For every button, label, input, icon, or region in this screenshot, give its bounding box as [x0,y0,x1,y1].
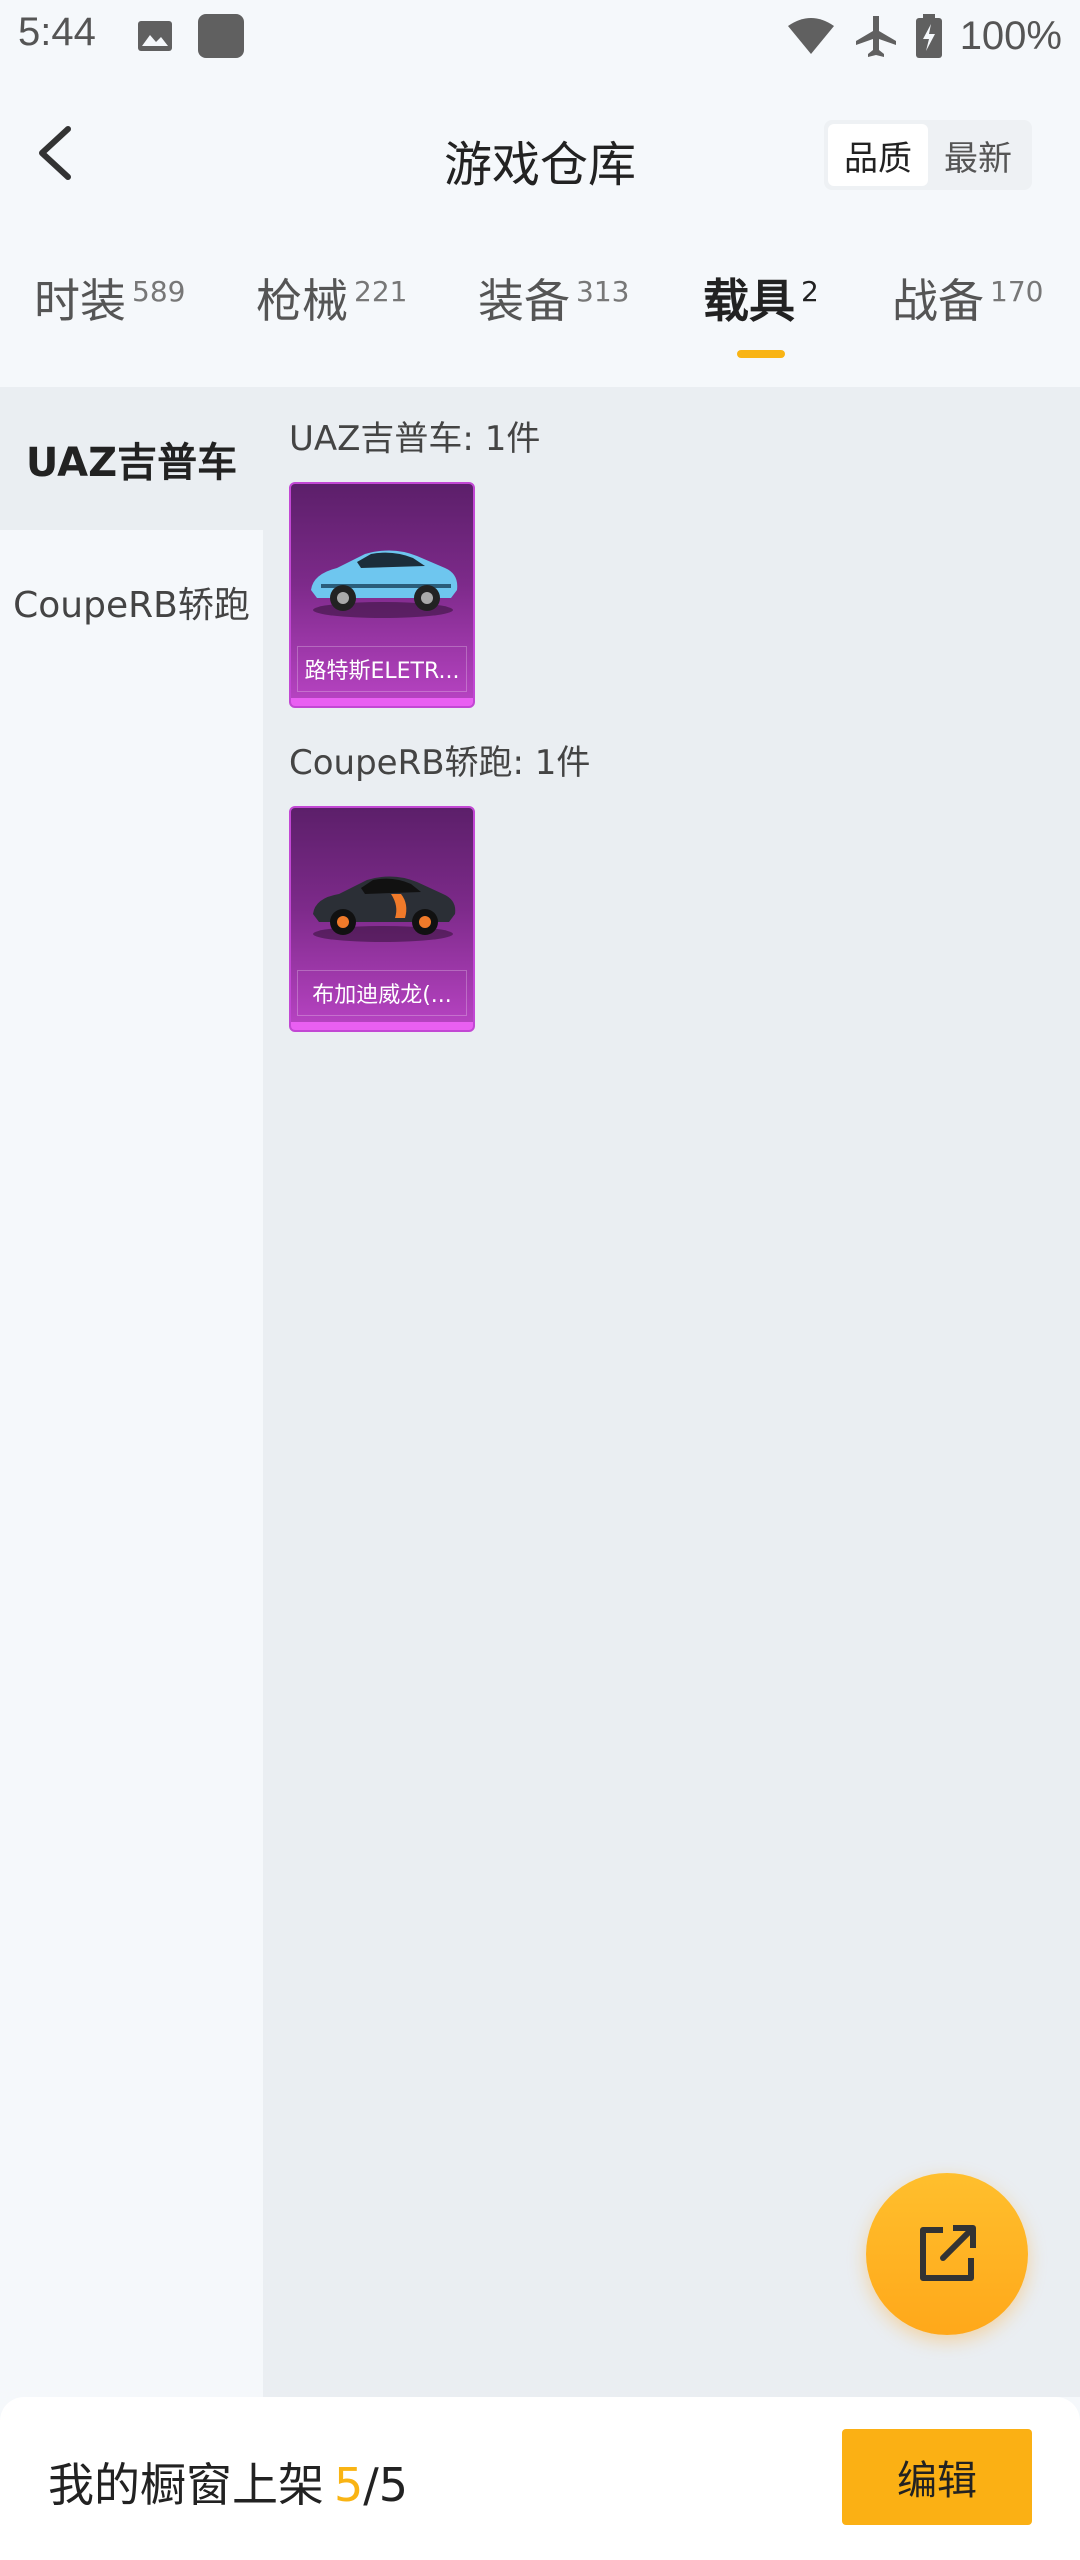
wifi-icon [787,18,834,54]
vehicle-name: 路特斯ELETR... [297,646,467,692]
tab-vehicles[interactable]: 载具 2 [703,265,819,331]
status-time: 5:44 [18,10,96,54]
sort-option-newest[interactable]: 最新 [928,124,1028,186]
showcase-separator: / [363,2458,379,2512]
showcase-count: 我的橱窗上架 5/5 [48,2449,408,2515]
app-icon [198,14,244,58]
tab-equipment[interactable]: 装备 313 [478,265,629,331]
edit-button[interactable]: 编辑 [842,2429,1032,2525]
share-floating-button[interactable] [866,2173,1028,2335]
battery-percentage: 100% [959,13,1062,58]
vehicle-category-sidebar: UAZ吉普车 CoupeRB轿跑 [0,387,263,2397]
tab-count: 170 [990,274,1044,308]
tab-label: 枪械 [256,274,348,328]
group-title: UAZ吉普车: 1件 [289,419,541,459]
tab-count: 221 [354,274,408,308]
showcase-total: 5 [378,2458,409,2512]
tab-label: 时装 [34,274,126,328]
battery-icon [915,14,942,58]
tab-count: 589 [132,274,186,308]
sort-option-quality[interactable]: 品质 [828,124,928,186]
tab-guns[interactable]: 枪械 221 [256,265,407,331]
vehicle-list: UAZ吉普车: 1件 路特斯ELETR... CoupeRB轿跑: 1件 布加迪… [263,387,1080,2397]
tab-battle-prep[interactable]: 战备 170 [892,265,1043,331]
active-tab-indicator [737,350,785,358]
sidebar-item-couperb[interactable]: CoupeRB轿跑 [0,530,263,673]
rarity-bar [291,698,473,706]
rarity-bar [291,1022,473,1030]
tab-fashion[interactable]: 时装 589 [34,265,185,331]
vehicle-card[interactable]: 路特斯ELETR... [289,482,475,708]
car-image [313,876,456,942]
header: 游戏仓库 品质 最新 [0,95,1080,215]
sidebar-item-uaz-jeep[interactable]: UAZ吉普车 [0,387,263,530]
vehicle-card[interactable]: 布加迪威龙(... [289,806,475,1032]
vehicle-name: 布加迪威龙(... [297,970,467,1016]
tab-count: 313 [576,274,630,308]
tab-count: 2 [801,274,819,308]
airplane-icon [855,16,896,57]
car-image [311,550,458,618]
sort-toggle: 品质 最新 [824,120,1032,190]
share-icon [920,2225,976,2281]
tab-label: 装备 [478,274,570,328]
image-icon [138,21,172,51]
group-title: CoupeRB轿跑: 1件 [289,743,591,783]
tab-label: 战备 [892,274,984,328]
tab-label: 载具 [703,274,795,328]
status-bar: 5:44 100% [0,0,1080,72]
bottom-bar: 我的橱窗上架 5/5 编辑 [0,2397,1080,2560]
category-tabs: 时装 589 枪械 221 装备 313 载具 2 战备 170 [0,265,1080,375]
showcase-current: 5 [334,2458,364,2512]
showcase-label: 我的橱窗上架 [48,2458,324,2512]
